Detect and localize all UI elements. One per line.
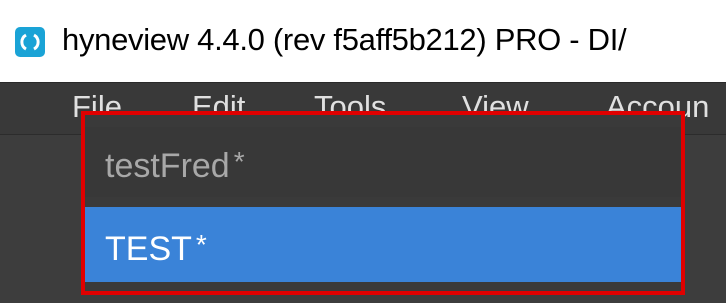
window-titlebar: hyneview 4.4.0 (rev f5aff5b212) PRO - DI…	[0, 0, 726, 82]
modified-marker: *	[233, 146, 245, 177]
dropdown-item-label: testFred	[105, 147, 230, 185]
window-title: hyneview 4.4.0 (rev f5aff5b212) PRO - DI…	[62, 22, 627, 57]
dropdown-item-test[interactable]: TEST *	[85, 207, 681, 282]
dropdown-item-testfred[interactable]: testFred *	[85, 127, 681, 197]
app-logo-icon	[15, 27, 45, 57]
dropdown-item-label: TEST	[105, 230, 192, 268]
modified-marker: *	[195, 229, 207, 260]
file-dropdown-menu: testFred * TEST *	[81, 111, 685, 295]
